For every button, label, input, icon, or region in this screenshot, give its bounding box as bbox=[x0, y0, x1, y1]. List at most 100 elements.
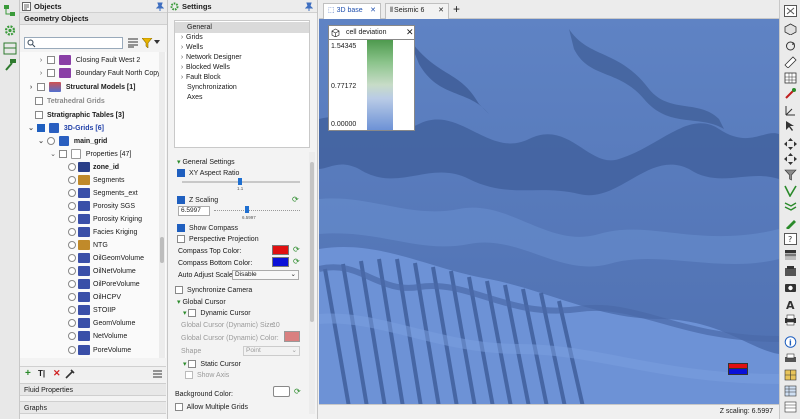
checkbox[interactable] bbox=[58, 150, 67, 159]
property-item[interactable]: Segments bbox=[68, 174, 125, 187]
checkbox[interactable] bbox=[188, 309, 197, 318]
tree-item-boundary-fault[interactable]: › Boundary Fault North Copy1 bbox=[37, 67, 165, 80]
menu-icon[interactable] bbox=[153, 370, 162, 380]
chevron-right-icon[interactable]: › bbox=[27, 81, 35, 94]
property-item[interactable]: Facies Kriging bbox=[68, 226, 137, 239]
z-scaling-slider[interactable] bbox=[214, 210, 300, 211]
property-item[interactable]: OilNetVolume bbox=[68, 265, 136, 278]
close-view-icon[interactable] bbox=[784, 5, 797, 17]
hammer-icon[interactable] bbox=[3, 58, 17, 71]
close-icon[interactable]: ✕ bbox=[370, 4, 376, 18]
property-item[interactable]: PoreVolume bbox=[68, 344, 131, 357]
z-scaling-row[interactable]: Z Scaling bbox=[177, 195, 218, 206]
radio[interactable] bbox=[68, 163, 76, 172]
property-item[interactable]: Porosity SGS bbox=[68, 200, 135, 213]
property-item[interactable]: zone_id bbox=[68, 161, 119, 174]
checkbox[interactable] bbox=[46, 56, 55, 65]
radio[interactable] bbox=[68, 319, 76, 328]
delete-icon[interactable]: ✕ bbox=[53, 368, 61, 378]
perspective-row[interactable]: Perspective Projection bbox=[177, 234, 259, 245]
category-axes[interactable]: Axes bbox=[187, 92, 203, 103]
chevron-down-icon[interactable]: ⌄ bbox=[37, 135, 45, 148]
print-view-icon[interactable] bbox=[784, 353, 797, 365]
cube-view-icon[interactable] bbox=[784, 23, 797, 36]
property-item[interactable]: Segments_ext bbox=[68, 187, 138, 200]
move-all-icon[interactable] bbox=[784, 153, 797, 165]
checkbox-checked[interactable] bbox=[36, 124, 45, 133]
tree-item-tetrahedral-grids[interactable]: Tetrahedral Grids bbox=[35, 95, 105, 108]
filter-icon[interactable] bbox=[141, 37, 153, 50]
compass-top-color-swatch[interactable] bbox=[272, 245, 289, 255]
scrollbar-thumb[interactable] bbox=[160, 237, 164, 263]
tab-3d-base[interactable]: ⬚ 3D base ✕ bbox=[323, 3, 381, 19]
radio[interactable] bbox=[68, 189, 76, 198]
dynamic-cursor-row[interactable]: ▾ Dynamic Cursor bbox=[183, 308, 251, 319]
property-item[interactable]: NTG bbox=[68, 239, 108, 252]
tree-item-structural-models[interactable]: › Structural Models [1] bbox=[27, 81, 135, 94]
checkbox[interactable] bbox=[185, 371, 193, 380]
section-graphs[interactable]: Graphs bbox=[20, 401, 166, 414]
radio[interactable] bbox=[68, 280, 76, 289]
tree-item-3d-grids[interactable]: ⌄ 3D-Grids [6] bbox=[27, 122, 104, 135]
static-cursor-row[interactable]: ▾ Static Cursor bbox=[183, 359, 241, 370]
chevron-down-icon[interactable]: ⌄ bbox=[49, 148, 57, 161]
z-scaling-input[interactable]: 6.5997 bbox=[178, 206, 210, 216]
layout-icon[interactable] bbox=[3, 42, 17, 55]
checkbox[interactable] bbox=[36, 83, 45, 92]
color-table-icon[interactable] bbox=[784, 249, 797, 261]
ruler-icon[interactable] bbox=[784, 56, 797, 69]
compass-bottom-color-swatch[interactable] bbox=[272, 257, 289, 267]
chevron-right-icon[interactable]: › bbox=[37, 67, 45, 80]
select-icon[interactable] bbox=[784, 120, 797, 132]
xy-aspect-slider-handle[interactable] bbox=[238, 178, 242, 185]
tree-item-stratigraphic-tables[interactable]: Stratigraphic Tables [3] bbox=[35, 109, 124, 122]
radio[interactable] bbox=[68, 254, 76, 263]
radio[interactable] bbox=[68, 241, 76, 250]
shape-select[interactable]: Point ⌄ bbox=[243, 346, 300, 356]
layers-icon[interactable] bbox=[784, 201, 797, 213]
camera-icon[interactable] bbox=[784, 281, 797, 293]
scrollbar-thumb[interactable] bbox=[310, 162, 314, 322]
rename-icon[interactable]: T| bbox=[38, 369, 45, 379]
radio[interactable] bbox=[68, 176, 76, 185]
slice-icon[interactable] bbox=[784, 185, 797, 198]
radio[interactable] bbox=[68, 332, 76, 341]
axis-icon[interactable] bbox=[784, 104, 797, 116]
radio[interactable] bbox=[68, 228, 76, 237]
refresh-icon[interactable]: ⟳ bbox=[293, 257, 300, 266]
checkbox[interactable] bbox=[188, 360, 197, 369]
property-item[interactable]: Porosity Kriging bbox=[68, 213, 142, 226]
checkbox-checked[interactable] bbox=[177, 196, 185, 205]
checkbox-checked[interactable] bbox=[177, 224, 185, 233]
radio[interactable] bbox=[46, 137, 55, 146]
z-scaling-slider-handle[interactable] bbox=[245, 206, 249, 213]
settings-scrollbar[interactable] bbox=[309, 152, 315, 414]
close-icon[interactable]: ✕ bbox=[406, 27, 414, 37]
settings-table-icon[interactable] bbox=[784, 401, 797, 413]
show-compass-row[interactable]: Show Compass bbox=[177, 223, 238, 234]
radio[interactable] bbox=[68, 267, 76, 276]
pin-icon[interactable] bbox=[304, 2, 314, 15]
chevron-down-icon[interactable]: ⌄ bbox=[27, 122, 35, 135]
radio[interactable] bbox=[68, 202, 76, 211]
property-item[interactable]: NetVolume bbox=[68, 330, 127, 343]
checkbox[interactable] bbox=[35, 111, 43, 120]
export-icon[interactable] bbox=[784, 265, 797, 277]
add-tab-button[interactable]: + bbox=[453, 3, 460, 15]
property-item[interactable]: GeomVolume bbox=[68, 317, 135, 330]
print-icon[interactable] bbox=[784, 314, 797, 326]
tree-item-properties[interactable]: ⌄ Properties [47] bbox=[49, 148, 131, 161]
chevron-right-icon[interactable]: › bbox=[178, 72, 186, 83]
hierarchy-icon[interactable] bbox=[3, 4, 17, 17]
property-item[interactable]: STOIIP bbox=[68, 304, 116, 317]
checkbox[interactable] bbox=[177, 235, 185, 244]
property-item[interactable]: OilPoreVolume bbox=[68, 278, 140, 291]
chevron-right-icon[interactable]: › bbox=[37, 54, 45, 67]
pin-icon[interactable] bbox=[155, 2, 165, 15]
checkbox[interactable] bbox=[35, 97, 43, 106]
text-annotation-icon[interactable]: A bbox=[784, 298, 797, 312]
sync-camera-row[interactable]: Synchronize Camera bbox=[175, 285, 252, 296]
data-table-icon[interactable] bbox=[784, 385, 797, 397]
gear-icon[interactable] bbox=[3, 24, 17, 37]
section-fluid-properties[interactable]: Fluid Properties bbox=[20, 383, 166, 396]
